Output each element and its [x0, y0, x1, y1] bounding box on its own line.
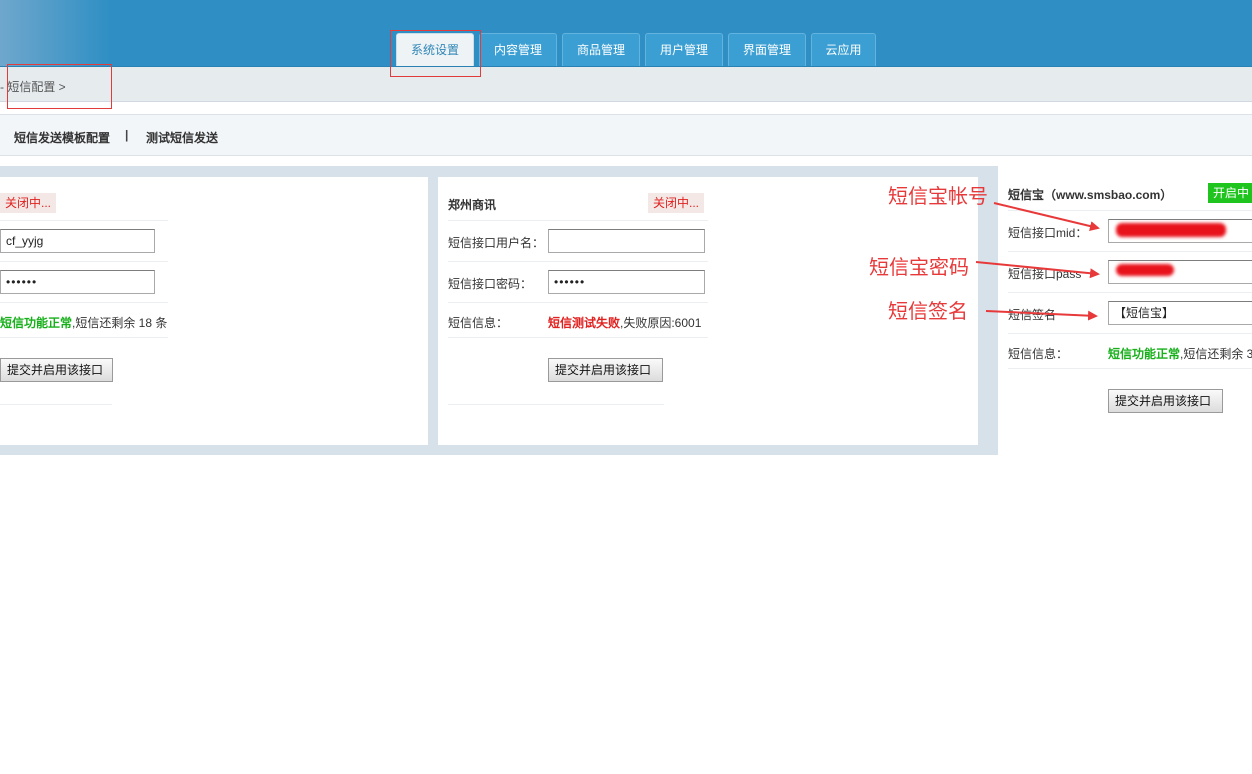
divider: [0, 102, 1252, 105]
subnav-separator: |: [125, 128, 129, 142]
sms-status-fail: 短信测试失败: [548, 316, 621, 330]
top-header: 系统设置 内容管理 商品管理 用户管理 界面管理 云应用: [0, 0, 1252, 67]
sms-provider-card-1: 关闭中... cf_yyjg •••••• 短信功能正常,短信还剩余 18 条 …: [0, 177, 428, 445]
row-divider: [1008, 210, 1252, 211]
sms-provider-card-3: 短信宝（www.smsbao.com） 开启中 短信接口mid： 短信接口pas…: [998, 166, 1252, 436]
submit-enable-button[interactable]: 提交并启用该接口: [1108, 389, 1223, 413]
sms-status-ok: 短信功能正常: [1108, 347, 1181, 361]
sms-remaining: ,短信还剩余 3: [1180, 347, 1252, 361]
tab-interface-management[interactable]: 界面管理: [728, 33, 806, 67]
row-divider: [448, 404, 664, 405]
status-badge-on: 开启中: [1208, 183, 1252, 203]
content-frame-bottom: [0, 445, 988, 455]
annotation-account: 短信宝帐号: [888, 184, 988, 208]
sign-field[interactable]: 【短信宝】: [1108, 301, 1252, 325]
row-divider: [1008, 333, 1252, 334]
link-sms-template-config[interactable]: 短信发送模板配置: [14, 129, 110, 146]
submit-enable-button[interactable]: 提交并启用该接口: [0, 358, 113, 382]
username-label: 短信接口用户名：: [448, 236, 545, 250]
tab-product-management[interactable]: 商品管理: [562, 33, 640, 67]
row-divider: [0, 261, 168, 262]
pass-label: 短信接口pass: [1008, 267, 1082, 281]
sms-info-label: 短信信息：: [1008, 347, 1069, 361]
page: 系统设置 内容管理 商品管理 用户管理 界面管理 云应用 - 短信配置 > 短信…: [0, 0, 1252, 774]
submit-enable-button[interactable]: 提交并启用该接口: [548, 358, 663, 382]
status-badge-off: 关闭中...: [648, 193, 705, 213]
sms-fail-reason: ,失败原因:6001: [620, 316, 702, 330]
redaction-mark: [1116, 223, 1226, 237]
annotation-signature: 短信签名: [888, 299, 968, 323]
row-divider: [448, 220, 708, 221]
password-label: 短信接口密码：: [448, 277, 533, 291]
username-field[interactable]: [548, 229, 705, 253]
sms-info-value: 短信测试失败,失败原因:6001: [548, 314, 701, 331]
sign-label: 短信签名: [1008, 308, 1057, 322]
row-divider: [0, 404, 112, 405]
status-badge-off: 关闭中...: [0, 193, 57, 213]
username-field[interactable]: cf_yyjg: [0, 229, 155, 253]
row-divider: [0, 302, 168, 303]
highlight-box-breadcrumb: [7, 64, 112, 109]
link-test-sms-send[interactable]: 测试短信发送: [146, 129, 218, 146]
annotation-password: 短信宝密码: [869, 255, 969, 279]
password-field[interactable]: ••••••: [0, 270, 155, 294]
sms-info-label: 短信信息：: [448, 316, 509, 330]
sms-remaining: ,短信还剩余 18 条: [72, 316, 168, 330]
provider-title: 短信宝（www.smsbao.com）: [1008, 188, 1173, 202]
redaction-mark: [1116, 264, 1174, 276]
tab-user-management[interactable]: 用户管理: [645, 33, 723, 67]
row-divider: [0, 337, 168, 338]
sms-info-value: 短信功能正常,短信还剩余 3: [1108, 345, 1252, 362]
row-divider: [0, 220, 168, 221]
sms-info-value: 短信功能正常,短信还剩余 18 条: [0, 314, 167, 331]
row-divider: [448, 302, 708, 303]
row-divider: [1008, 292, 1252, 293]
highlight-box-tab: [390, 30, 481, 77]
provider-title: 郑州商讯: [448, 198, 497, 212]
row-divider: [448, 337, 708, 338]
row-divider: [1008, 251, 1252, 252]
sub-navigation: 短信发送模板配置 | 测试短信发送: [0, 114, 1252, 156]
tab-content-management[interactable]: 内容管理: [479, 33, 557, 67]
sms-status-ok: 短信功能正常: [0, 316, 73, 330]
password-field[interactable]: ••••••: [548, 270, 705, 294]
row-divider: [1008, 368, 1252, 369]
mid-label: 短信接口mid：: [1008, 226, 1088, 240]
row-divider: [448, 261, 708, 262]
tab-cloud-apps[interactable]: 云应用: [811, 33, 876, 67]
breadcrumb-bar: - 短信配置 >: [0, 67, 1252, 102]
